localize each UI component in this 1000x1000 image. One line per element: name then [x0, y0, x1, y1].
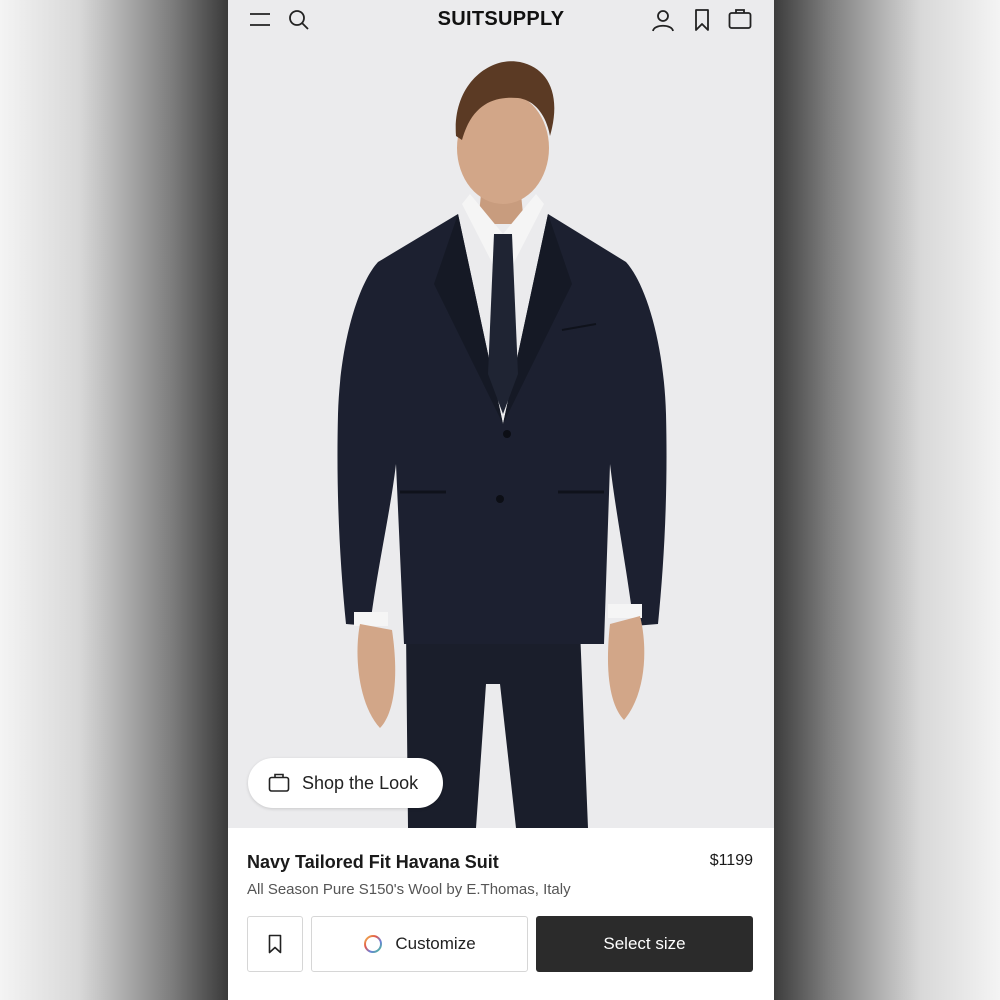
customize-button[interactable]: Customize: [311, 916, 528, 972]
right-backdrop: [772, 0, 1000, 1000]
top-bar: SUITSUPPLY: [228, 0, 774, 44]
save-button[interactable]: [247, 916, 303, 972]
product-image: [228, 44, 774, 828]
product-page: SUITSUPPLY Shop the Look Navy Tailored F…: [228, 0, 774, 1000]
product-subtitle: All Season Pure S150's Wool by E.Thomas,…: [247, 881, 571, 898]
product-panel: Navy Tailored Fit Havana Suit $1199 All …: [228, 828, 774, 1000]
bookmark-icon: [268, 934, 282, 954]
select-size-button[interactable]: Select size: [536, 916, 753, 972]
account-icon[interactable]: [651, 8, 675, 32]
customize-label: Customize: [395, 934, 476, 953]
color-wheel-icon: [364, 935, 383, 953]
left-backdrop: [0, 0, 228, 1000]
bookmark-icon[interactable]: [694, 8, 710, 32]
product-title: Navy Tailored Fit Havana Suit: [247, 852, 499, 872]
brand-logo[interactable]: SUITSUPPLY: [228, 8, 774, 31]
bag-icon[interactable]: [728, 8, 752, 30]
product-price: $1199: [709, 852, 753, 869]
shop-the-look-button[interactable]: Shop the Look: [248, 758, 443, 808]
shop-the-look-label: Shop the Look: [302, 772, 419, 793]
bag-icon: [268, 773, 290, 792]
